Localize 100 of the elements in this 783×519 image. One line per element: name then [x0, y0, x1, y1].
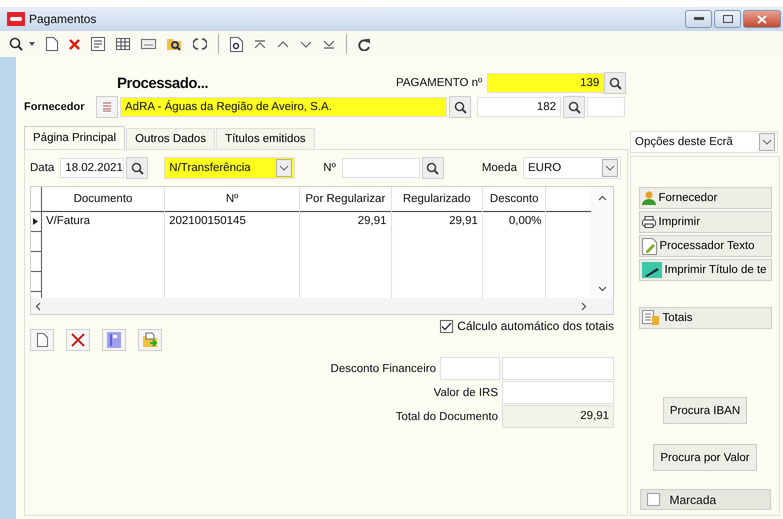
keyboard-icon[interactable]	[141, 39, 156, 49]
table-cell-text: 29,91	[356, 214, 388, 229]
printer-icon	[642, 216, 656, 228]
maximize-button[interactable]	[714, 10, 741, 28]
input-field[interactable]	[440, 357, 500, 380]
ledger-icon	[642, 310, 660, 326]
table-cell-text: V/Fatura	[44, 214, 92, 229]
total-label: Total do Documento	[396, 410, 498, 422]
scroll-up-icon	[598, 195, 607, 201]
table-cell-text: 29,91	[448, 214, 479, 229]
person-icon	[642, 191, 656, 205]
column-header[interactable]: Por Regularizar	[300, 187, 391, 212]
last-record-icon[interactable]	[323, 40, 335, 48]
previous-record-icon[interactable]	[277, 40, 289, 48]
export-button[interactable]	[138, 329, 162, 351]
total-label: Valor de IRS	[434, 386, 498, 398]
delete-row-button[interactable]	[66, 329, 90, 351]
search-icon[interactable]	[9, 37, 23, 51]
marked-checkbox[interactable]: Marcada	[640, 489, 770, 510]
search-icon	[130, 162, 144, 174]
form-icon[interactable]	[91, 37, 105, 51]
scroll-left-icon	[35, 302, 41, 310]
dropdown-caret-icon[interactable]	[29, 42, 35, 46]
action-button[interactable]: Imprimir	[638, 211, 772, 233]
first-record-icon[interactable]	[254, 40, 266, 48]
flag-icon	[107, 332, 121, 348]
app-icon	[7, 12, 25, 26]
supplier-name-field[interactable]: AdRA - Águas da Região de Aveiro, S.A.	[120, 97, 447, 117]
scroll-down-icon	[598, 286, 607, 292]
supplier-label: Fornecedor	[24, 101, 86, 113]
total-label: Desconto Financeiro	[330, 362, 436, 374]
column-header[interactable]: Documento	[42, 187, 164, 212]
folder-search-icon[interactable]	[167, 37, 182, 51]
status-label: Processado...	[117, 74, 208, 92]
tab[interactable]: Outros Dados	[126, 128, 216, 149]
number-label: Nº	[323, 162, 336, 174]
search-icon	[608, 76, 622, 90]
vertical-scrollbar[interactable]	[591, 187, 613, 298]
payment-number-field[interactable]: 139	[487, 73, 604, 93]
search-icon	[426, 162, 440, 174]
delete-icon[interactable]	[69, 38, 80, 50]
action-button[interactable]: Processador Texto	[638, 235, 772, 257]
search-icon	[568, 100, 580, 114]
column-header[interactable]: Desconto	[482, 187, 546, 212]
list-icon	[103, 102, 111, 112]
refresh-icon[interactable]	[193, 37, 207, 51]
action-button[interactable]: Totais	[638, 307, 772, 329]
chevron-down-icon	[759, 133, 775, 151]
table-cell-text: 202100150145	[168, 214, 247, 229]
date-field[interactable]: 18.02.2021	[60, 158, 124, 178]
redo-icon[interactable]	[358, 38, 371, 50]
value-search-button[interactable]: Procura por Valor	[653, 444, 757, 471]
search-button[interactable]	[449, 96, 471, 118]
action-button[interactable]: Imprimir Título de te	[638, 259, 772, 281]
currency-label: Moeda	[482, 162, 517, 174]
tab[interactable]: Página Principal	[24, 126, 126, 149]
flag-button[interactable]	[102, 329, 126, 351]
input-field[interactable]	[502, 357, 614, 380]
next-record-icon[interactable]	[300, 40, 312, 48]
new-row-button[interactable]	[30, 329, 54, 351]
auto-totals-checkbox[interactable]: Cálculo automático dos totais	[440, 319, 614, 333]
input-field[interactable]	[502, 381, 614, 404]
total-field: 29,91	[502, 405, 614, 428]
checkmark-icon	[441, 322, 452, 330]
row-pointer-icon	[33, 218, 38, 225]
scroll-right-icon	[581, 302, 587, 310]
supplier-code-field[interactable]: 182	[477, 97, 561, 117]
search-button[interactable]	[126, 157, 148, 179]
column-header[interactable]: Regularizado	[392, 187, 482, 212]
search-button[interactable]	[604, 72, 626, 94]
new-document-icon[interactable]	[46, 37, 58, 51]
currency-dropdown[interactable]: EURO	[522, 157, 621, 179]
search-button[interactable]	[563, 96, 585, 118]
search-icon	[454, 100, 466, 114]
delete-icon	[71, 333, 85, 347]
new-document-icon	[36, 333, 48, 347]
screen-options-dropdown[interactable]: Opções deste Ecrã	[630, 131, 778, 153]
folder-arrow-icon	[142, 332, 158, 348]
minimize-button[interactable]	[685, 10, 712, 28]
close-icon	[757, 14, 767, 24]
input-field[interactable]	[587, 97, 625, 117]
horizontal-scrollbar[interactable]	[31, 298, 613, 314]
window-title: Pagamentos	[29, 12, 96, 26]
search-button[interactable]	[422, 157, 444, 179]
action-button[interactable]: Fornecedor	[638, 187, 772, 209]
list-button[interactable]	[96, 96, 118, 118]
date-label: Data	[30, 162, 54, 174]
grid-icon[interactable]	[116, 38, 130, 50]
close-button[interactable]	[743, 10, 781, 28]
iban-search-button[interactable]: Procura IBAN	[662, 397, 748, 424]
document-edit-icon	[642, 238, 656, 254]
chevron-down-icon	[276, 159, 292, 177]
chevron-down-icon	[602, 159, 618, 177]
table-cell-text: 0,00%	[508, 214, 542, 229]
pen-icon	[642, 262, 662, 278]
number-field[interactable]	[342, 158, 420, 178]
tab[interactable]: Títulos emitidos	[216, 128, 315, 149]
column-header[interactable]: Nº	[165, 187, 300, 212]
document-type-dropdown[interactable]: N/Transferência	[164, 157, 296, 179]
print-preview-icon[interactable]	[230, 36, 243, 52]
